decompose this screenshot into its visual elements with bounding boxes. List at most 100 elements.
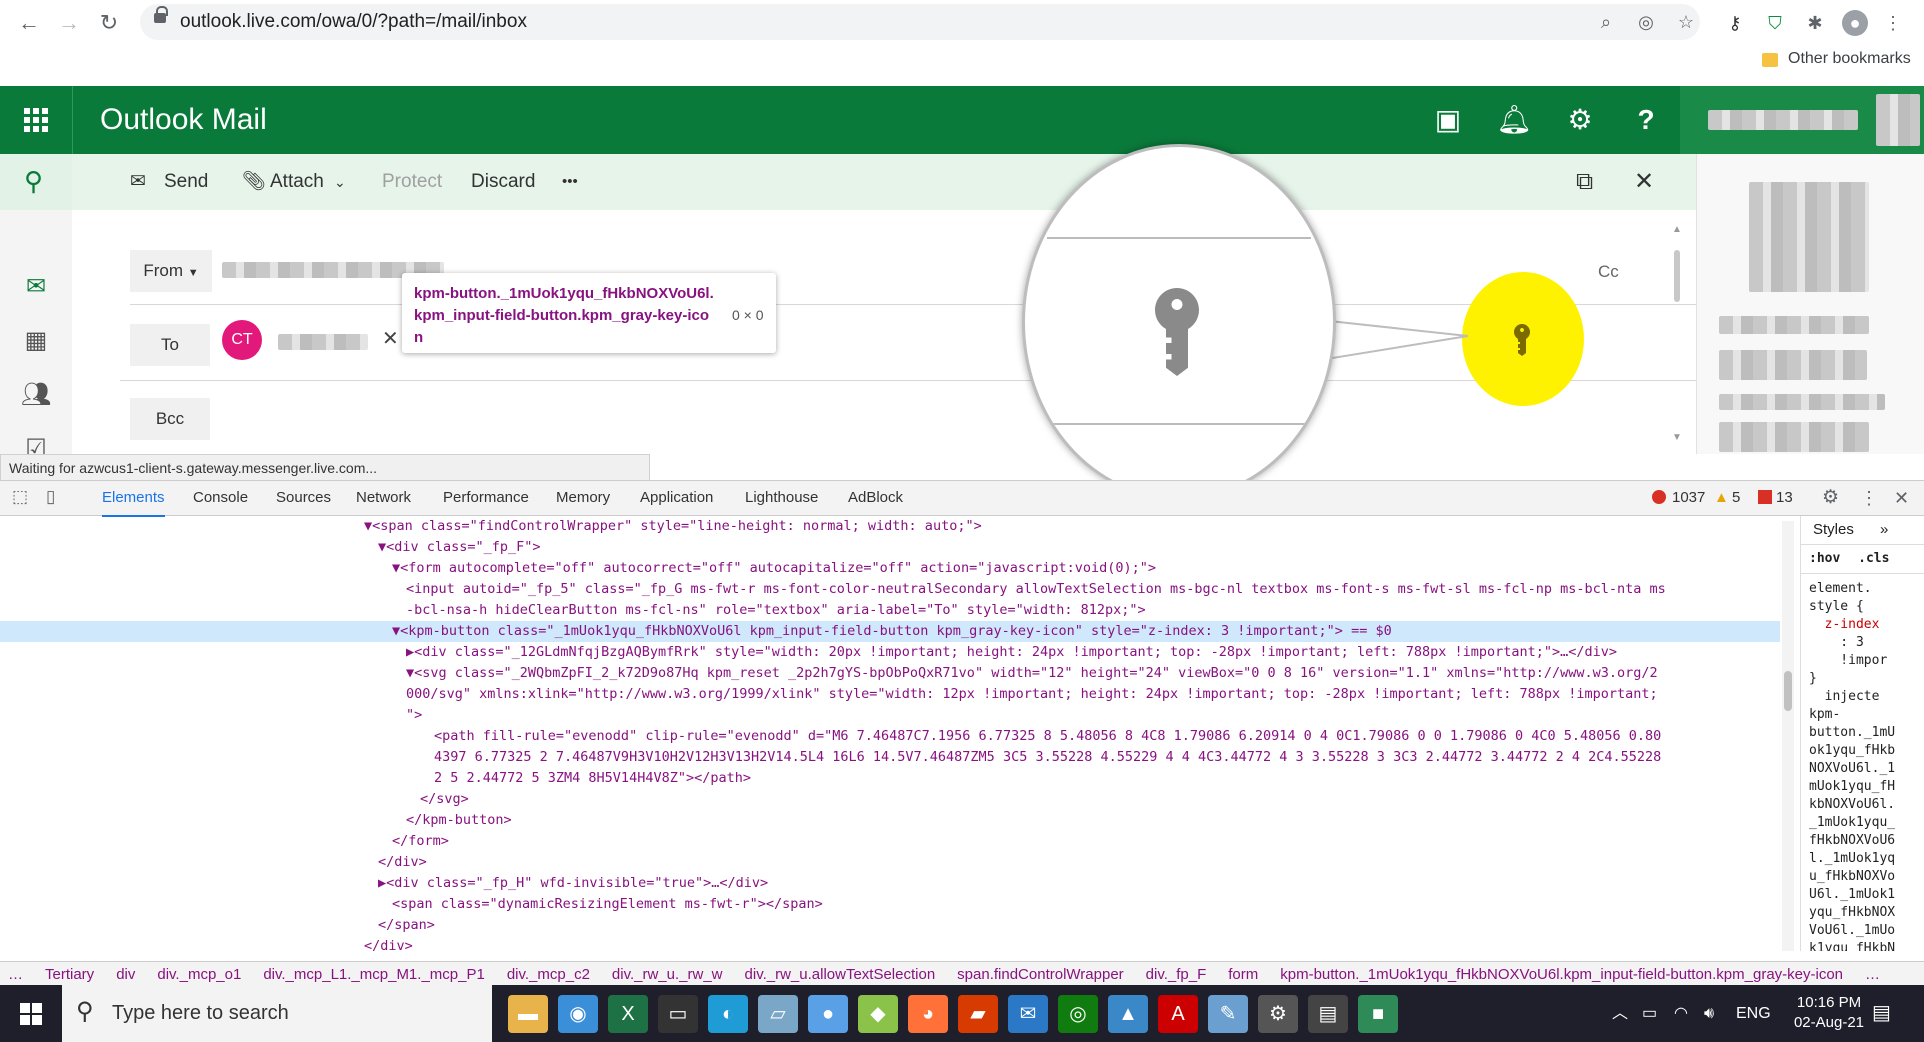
warning-count[interactable]: 5 <box>1732 481 1740 515</box>
forward-button[interactable]: → <box>54 8 84 38</box>
acrobat-icon[interactable]: A <box>1158 995 1198 1033</box>
error-count[interactable]: 1037 <box>1672 481 1705 515</box>
scroll-thumb[interactable] <box>1784 671 1792 711</box>
windows-start-icon[interactable] <box>0 985 62 1042</box>
drop-icon[interactable]: ● <box>808 995 848 1033</box>
dom-node[interactable]: <input autoid="_fp_5" class="_fp_G ms-fw… <box>0 579 1780 600</box>
film-icon[interactable]: ▤ <box>1308 995 1348 1033</box>
dom-node[interactable]: </form> <box>0 831 1780 852</box>
office-icon[interactable]: ▰ <box>958 995 998 1033</box>
key-extension-icon[interactable]: ⚷ <box>1722 10 1748 36</box>
star-icon[interactable]: ☆ <box>1674 10 1698 34</box>
dom-node[interactable]: ▼<kpm-button class="_1mUok1yqu_fHkbNOXVo… <box>0 621 1780 642</box>
bell-icon[interactable]: 🔔︎ <box>1482 86 1546 154</box>
dom-node[interactable]: "> <box>0 705 1780 726</box>
devtools-tab-sources[interactable]: Sources <box>276 481 331 515</box>
devtools-tab-adblock[interactable]: AdBlock <box>848 481 903 515</box>
devtools-tab-elements[interactable]: Elements <box>102 481 165 517</box>
dom-node[interactable]: <path fill-rule="evenodd" clip-rule="eve… <box>0 726 1780 747</box>
inspect-element-icon[interactable]: ⬚ <box>12 487 28 507</box>
account-area[interactable] <box>1680 86 1924 154</box>
styles-tab[interactable]: Styles <box>1813 521 1854 538</box>
attach-button[interactable]: Attach <box>270 154 324 210</box>
mail-icon[interactable]: ✉ <box>1008 995 1048 1033</box>
chevron-down-icon[interactable]: ⌄ <box>334 154 346 210</box>
issues-count[interactable]: 13 <box>1776 481 1793 515</box>
dom-node[interactable]: </svg> <box>0 789 1780 810</box>
menu-icon[interactable]: ⋮ <box>1880 10 1906 36</box>
scroll-down-icon[interactable]: ▼ <box>1672 432 1682 443</box>
zoom-icon[interactable]: ⌕ <box>1594 10 1618 34</box>
breadcrumb-item[interactable]: div._mcp_c2 <box>507 966 590 983</box>
dom-node[interactable]: ▼<span class="findControlWrapper" style=… <box>0 516 1780 537</box>
breadcrumb-item[interactable]: … <box>8 966 23 983</box>
xbox-icon[interactable]: ◎ <box>1058 995 1098 1033</box>
device-toggle-icon[interactable]: ▯ <box>46 487 55 507</box>
close-icon[interactable]: ✕ <box>1634 154 1654 210</box>
devtools-tab-console[interactable]: Console <box>193 481 248 515</box>
dom-node[interactable]: ▶<div class="_fp_H" wfd-invisible="true"… <box>0 873 1780 894</box>
devtools-tab-application[interactable]: Application <box>640 481 713 515</box>
breadcrumb-item[interactable]: div._mcp_L1._mcp_M1._mcp_P1 <box>263 966 485 983</box>
dom-node[interactable]: </div> <box>0 936 1780 951</box>
bcc-button[interactable]: Bcc <box>130 398 210 440</box>
notifications-icon[interactable]: ▤ <box>1872 985 1891 1042</box>
taskbar-search[interactable]: ⚲ Type here to search <box>62 985 492 1042</box>
reload-button[interactable]: ↻ <box>94 8 124 38</box>
class-filter[interactable]: .cls <box>1858 551 1889 566</box>
gear-icon[interactable]: ⚙ <box>1822 481 1839 515</box>
firefox-icon[interactable]: ◕ <box>908 995 948 1033</box>
url-text[interactable]: outlook.live.com/owa/0/?path=/mail/inbox <box>180 4 527 40</box>
android-icon[interactable]: ◆ <box>858 995 898 1033</box>
battery-icon[interactable]: ▭ <box>1642 985 1657 1042</box>
other-bookmarks[interactable]: Other bookmarks <box>1788 50 1911 68</box>
devtools-tab-performance[interactable]: Performance <box>443 481 529 515</box>
key-icon[interactable] <box>1513 324 1531 356</box>
breadcrumb-item[interactable]: span.findControlWrapper <box>957 966 1123 983</box>
dom-node[interactable]: ▼<svg class="_2WQbmZpFI_2_k72D9o87Hq kpm… <box>0 663 1780 684</box>
elements-tree[interactable]: ▼<span class="findControlWrapper" style=… <box>0 516 1780 951</box>
to-button[interactable]: To <box>130 324 210 366</box>
breadcrumb-item[interactable]: div._mcp_o1 <box>157 966 241 983</box>
breadcrumb-item[interactable]: Tertiary <box>45 966 94 983</box>
breadcrumb-item[interactable]: … <box>1865 966 1880 983</box>
dom-node[interactable]: </span> <box>0 915 1780 936</box>
tree-scrollbar[interactable] <box>1782 521 1794 951</box>
more-options-button[interactable]: ••• <box>562 154 578 210</box>
protect-button[interactable]: Protect <box>382 154 442 210</box>
form-scrollbar[interactable] <box>1674 250 1680 302</box>
kebab-menu-icon[interactable]: ⋮ <box>1860 481 1878 515</box>
dom-node[interactable]: <span class="dynamicResizingElement ms-f… <box>0 894 1780 915</box>
dom-node[interactable]: 000/svg" xmlns:xlink="http://www.w3.org/… <box>0 684 1780 705</box>
mail-icon[interactable]: ✉ <box>0 272 72 301</box>
people-icon[interactable]: 👥︎ <box>0 380 72 409</box>
dom-node[interactable]: ▼<form autocomplete="off" autocorrect="o… <box>0 558 1780 579</box>
chrome-icon[interactable]: ◉ <box>558 995 598 1033</box>
edge-icon[interactable]: ◐ <box>708 995 748 1033</box>
breadcrumb-item[interactable]: div._rw_u._rw_w <box>612 966 723 983</box>
breadcrumb-item[interactable]: form <box>1228 966 1258 983</box>
from-button[interactable]: From ▼ <box>130 250 212 292</box>
breadcrumb-item[interactable]: div._rw_u.allowTextSelection <box>745 966 936 983</box>
settings-icon[interactable]: ⚙ <box>1258 995 1298 1033</box>
back-button[interactable]: ← <box>14 8 44 38</box>
calendar-icon[interactable]: ▦ <box>0 326 72 355</box>
breadcrumb-item[interactable]: div._fp_F <box>1146 966 1207 983</box>
dom-node[interactable]: 4397 6.77325 2 7.46487V9H3V10H2V12H3V13H… <box>0 747 1780 768</box>
close-icon[interactable]: ✕ <box>1894 481 1909 515</box>
puzzle-icon[interactable]: ✱ <box>1802 10 1828 36</box>
notes-icon[interactable]: ▱ <box>758 995 798 1033</box>
more-tabs-icon[interactable]: » <box>1880 521 1888 538</box>
gear-icon[interactable]: ⚙ <box>1548 86 1612 154</box>
help-icon[interactable]: ? <box>1614 86 1678 154</box>
file-explorer-icon[interactable]: ▬ <box>508 995 548 1033</box>
volume-icon[interactable]: 🔊︎ <box>1704 985 1714 1042</box>
profile-icon[interactable]: ● <box>1842 10 1868 36</box>
address-bar[interactable]: outlook.live.com/owa/0/?path=/mail/inbox… <box>140 4 1700 40</box>
shield-extension-icon[interactable]: ⛉ <box>1762 10 1788 36</box>
devtools-tab-network[interactable]: Network <box>356 481 411 515</box>
photos-icon[interactable]: ▲ <box>1108 995 1148 1033</box>
hover-filter[interactable]: :hov <box>1809 551 1840 566</box>
dom-node[interactable]: 2 5 2.44772 5 3ZM4 8H5V14H4V8Z"></path> <box>0 768 1780 789</box>
chat-icon[interactable]: ▣ <box>1416 86 1480 154</box>
